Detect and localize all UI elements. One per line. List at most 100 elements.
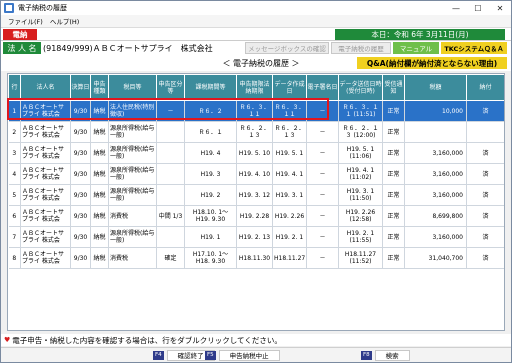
cell-amount: 3,160,000 — [404, 163, 467, 185]
cell-kessan: 9/30 — [70, 184, 91, 206]
table-row[interactable]: 8 ＡＢＣオートサプライ 株式会 9/30 納税 消費税 確定 H17.10. 1～H18.… — [8, 247, 504, 269]
cell-name: ＡＢＣオートサプライ 株式会 — [20, 184, 71, 206]
f8-key-label: F8 — [361, 351, 372, 360]
column-header[interactable]: 課税期間等 — [184, 74, 237, 101]
cell-kubun — [156, 142, 185, 164]
cell-tax: 消費税 — [108, 205, 157, 227]
cell-tax: 法人住民税(特別徴収) — [108, 100, 157, 122]
column-header[interactable]: 電子署名日 — [306, 74, 339, 101]
menu-file[interactable]: ファイル(F) — [8, 16, 43, 26]
column-header[interactable]: データ作成日 — [272, 74, 307, 101]
mode-tag: 電納 — [3, 29, 37, 40]
cell-recv: 正常 — [382, 121, 405, 143]
f8-label: 検索 — [374, 350, 410, 361]
f5-button[interactable]: F5 申告納税中止 — [205, 350, 280, 361]
menu-help[interactable]: ヘルプ(H) — [50, 16, 79, 26]
f4-key-label: F4 — [153, 351, 164, 360]
cell-created: Ｒ６．２．１３ — [272, 121, 307, 143]
table-row[interactable]: 2 ＡＢＣオートサプライ 株式会 9/30 納税 源泉所得税(給与一般) Ｒ６．１ Ｒ６．２… — [8, 121, 504, 143]
column-header[interactable]: 税額 — [404, 74, 467, 101]
cell-recv: 正常 — [382, 205, 405, 227]
column-header[interactable]: 申告種類 — [90, 74, 109, 101]
heart-icon: ♥ — [4, 336, 11, 344]
cell-deadline: Ｒ６．３．１１ — [236, 100, 273, 122]
cell-deadline: H19. 5. 10 — [236, 142, 273, 164]
cell-recv: 正常 — [382, 226, 405, 248]
cell-kind: 納税 — [90, 247, 109, 269]
column-header[interactable]: 法人名 — [20, 74, 71, 101]
cell-kind: 納税 — [90, 121, 109, 143]
cell-tax: 源泉所得税(給与一般) — [108, 142, 157, 164]
cell-amount: 31,040,700 — [404, 247, 467, 269]
table-row[interactable]: 6 ＡＢＣオートサプライ 株式会 9/30 納税 消費税 中間 1/3 H18.10. 1～… — [8, 205, 504, 227]
cell-amount: 3,160,000 — [404, 226, 467, 248]
status-text: 電子申告・納税した内容を確認する場合は、行をダブルクリックしてください。 — [12, 335, 282, 345]
cell-tax: 源泉所得税(給与一般) — [108, 226, 157, 248]
section-bar: ＜ 電子納税の履歴 ＞ Q&A(納付欄が納付済とならない理由) — [1, 55, 511, 71]
table-header: 行法人名 決算日 申告種類 税目等 申告区分等 課税期間等 申告期限法納期限 データ作成日 電子… — [8, 74, 504, 101]
f8-button[interactable]: F8 検索 — [361, 350, 410, 361]
cell-kubun — [156, 163, 185, 185]
cell-kind: 納税 — [90, 226, 109, 248]
minimize-button[interactable]: — — [445, 1, 467, 15]
cell-created: H19. 5. 1 — [272, 142, 307, 164]
history-button[interactable]: 電子納税の履歴 — [331, 42, 391, 54]
cell-recv: 正常 — [382, 163, 405, 185]
cell-name: ＡＢＣオートサプライ 株式会 — [20, 142, 71, 164]
title-bar: 電子納税の履歴 — ☐ ✕ — [1, 1, 511, 15]
table-row[interactable]: 3 ＡＢＣオートサプライ 株式会 9/30 納税 源泉所得税(給与一般) H19. 4 H1… — [8, 142, 504, 164]
table-row[interactable]: 1 ＡＢＣオートサプライ 株式会 9/30 納税 法人住民税(特別徴収) － Ｒ６．２ Ｒ６．… — [8, 100, 504, 122]
column-header[interactable]: 申告区分等 — [156, 74, 185, 101]
maximize-button[interactable]: ☐ — [467, 1, 489, 15]
cell-paid: 済 — [466, 163, 504, 185]
window-title: 電子納税の履歴 — [18, 4, 67, 12]
column-header[interactable]: 行 — [8, 74, 21, 101]
app-icon — [4, 3, 14, 13]
column-header[interactable]: 申告期限法納期限 — [236, 74, 273, 101]
cell-sent: H19. 2.26 (12:58) — [338, 205, 383, 227]
cell-period: H18.10. 1～H19. 9.30 — [184, 205, 237, 227]
cell-no: 3 — [8, 142, 21, 164]
cell-period: Ｒ６．２ — [184, 100, 237, 122]
table-row[interactable]: 5 ＡＢＣオートサプライ 株式会 9/30 納税 源泉所得税(給与一般) H19. 2 H1… — [8, 184, 504, 206]
cell-deadline: H19. 4. 10 — [236, 163, 273, 185]
cell-name: ＡＢＣオートサプライ 株式会 — [20, 100, 71, 122]
cell-deadline: H19. 2.28 — [236, 205, 273, 227]
column-header[interactable]: 税目等 — [108, 74, 157, 101]
cell-kind: 納税 — [90, 205, 109, 227]
cell-amount: 10,000 — [404, 100, 467, 122]
cell-deadline: H18.11.30 — [236, 247, 273, 269]
cell-kessan: 9/30 — [70, 247, 91, 269]
cell-kessan: 9/30 — [70, 205, 91, 227]
close-button[interactable]: ✕ — [489, 1, 511, 15]
cell-tax: 源泉所得税(給与一般) — [108, 163, 157, 185]
cell-amount: 3,160,000 — [404, 142, 467, 164]
manual-button[interactable]: マニュアル — [393, 42, 439, 54]
table-row[interactable]: 4 ＡＢＣオートサプライ 株式会 9/30 納税 源泉所得税(給与一般) H19. 3 H1… — [8, 163, 504, 185]
column-header[interactable]: 受信通知 — [382, 74, 405, 101]
cell-no: 7 — [8, 226, 21, 248]
qa-note-button[interactable]: Q&A(納付欄が納付済とならない理由) — [357, 57, 507, 69]
today-date: 本日：令和 6年 3月11日(月) — [335, 29, 505, 40]
cell-sign: － — [306, 247, 339, 269]
cell-tax: 消費税 — [108, 247, 157, 269]
history-table-container[interactable]: 行法人名 決算日 申告種類 税目等 申告区分等 課税期間等 申告期限法納期限 データ作成日 電子… — [7, 73, 505, 331]
cell-created: H19. 2.26 — [272, 205, 307, 227]
qa-button[interactable]: TKCシステムＱ＆Ａ — [441, 42, 507, 54]
cell-recv: 正常 — [382, 247, 405, 269]
cell-period: H19. 2 — [184, 184, 237, 206]
cell-period: H19. 3 — [184, 163, 237, 185]
message-box-button[interactable]: メッセージボックスの確認 — [245, 42, 329, 54]
cell-no: 2 — [8, 121, 21, 143]
cell-sign: － — [306, 184, 339, 206]
cell-name: ＡＢＣオートサプライ 株式会 — [20, 205, 71, 227]
column-header[interactable]: データ送信日時(受付日時) — [338, 74, 383, 101]
corp-bar: 法 人 名 (91849/999)ＡＢＣオートサプライ 株式会社 メッセージボッ… — [1, 41, 511, 55]
column-header[interactable]: 決算日 — [70, 74, 91, 101]
cell-recv: 正常 — [382, 142, 405, 164]
column-header[interactable]: 納付 — [466, 74, 504, 101]
cell-no: 6 — [8, 205, 21, 227]
table-row[interactable]: 7 ＡＢＣオートサプライ 株式会 9/30 納税 源泉所得税(給与一般) H19. 1 H1… — [8, 226, 504, 248]
cell-no: 5 — [8, 184, 21, 206]
app-window: 電子納税の履歴 — ☐ ✕ ファイル(F) ヘルプ(H) 電納 本日：令和 6年… — [0, 0, 512, 363]
